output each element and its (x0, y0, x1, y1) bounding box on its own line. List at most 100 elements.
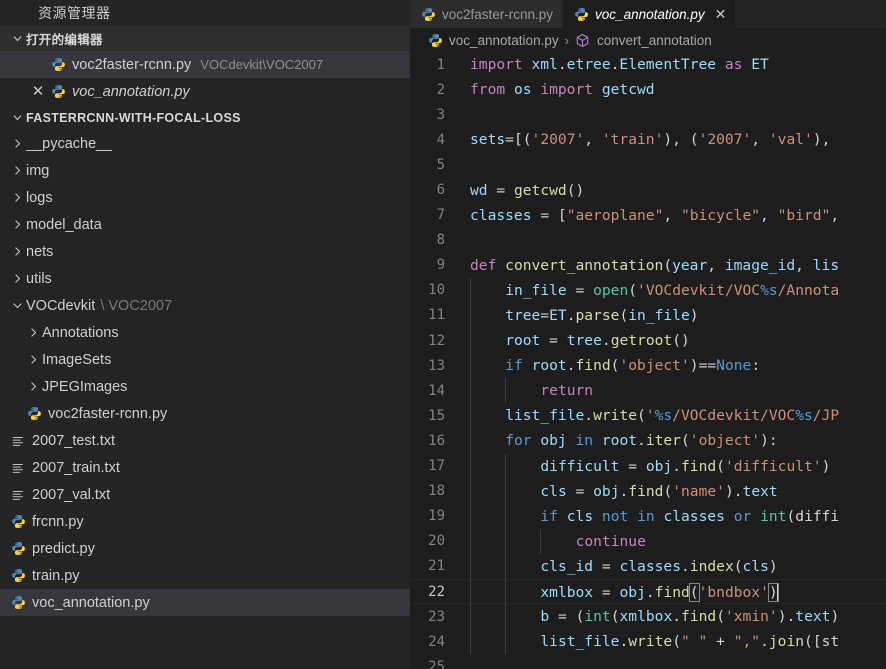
code-line[interactable]: 19 if cls not in classes or int(diffi (410, 503, 886, 529)
breadcrumb-file[interactable]: voc_annotation.py (449, 33, 559, 48)
code-editor[interactable]: 1 import xml.etree.ElementTree as ET 2 from… (410, 52, 886, 669)
tree-item-label: ImageSets (42, 351, 112, 368)
line-content: sets=[('2007', 'train'), ('2007', 'val')… (470, 131, 831, 149)
line-content: continue (575, 532, 646, 550)
tree-item-vocdevkit[interactable]: VOCdevkit \ VOC2007 (0, 292, 410, 319)
code-line[interactable]: 12 root = tree.getroot() (410, 328, 886, 354)
code-line[interactable]: 13 if root.find('object')==None: (410, 353, 886, 379)
tree-item-nets[interactable]: nets (0, 238, 410, 265)
vscode-window: 资源管理器 打开的编辑器 voc2faster-rcnn.py VOCdevki… (0, 0, 886, 669)
indent-guide (470, 403, 471, 429)
line-content: cls_id = classes.index(cls) (540, 557, 778, 575)
open-editor-item-voc-annotation[interactable]: ✕ voc_annotation.py (0, 78, 410, 105)
code-line[interactable]: 20 continue (410, 528, 886, 554)
tree-item-annotations[interactable]: Annotations (0, 319, 410, 346)
text-cursor (776, 582, 779, 601)
code-line[interactable]: 3 (410, 102, 886, 127)
open-editors-header[interactable]: 打开的编辑器 (0, 26, 410, 51)
code-line[interactable]: 18 cls = obj.find('name').text (410, 478, 886, 504)
breadcrumb-symbol[interactable]: convert_annotation (597, 33, 712, 48)
code-line[interactable]: 6 wd = getcwd() (410, 177, 886, 202)
chevron-right-icon (8, 162, 26, 180)
tree-item-label: frcnn.py (32, 513, 84, 530)
chevron-right-icon (8, 243, 26, 261)
code-line[interactable]: 8 (410, 228, 886, 253)
code-line[interactable]: 21 cls_id = classes.index(cls) (410, 553, 886, 579)
tab-voc-annotation[interactable]: voc_annotation.py ✕ (563, 0, 737, 28)
indent-guide (470, 353, 471, 379)
tree-item-utils[interactable]: utils (0, 265, 410, 292)
tree-item-logs[interactable]: logs (0, 184, 410, 211)
line-number: 8 (436, 232, 445, 249)
code-line[interactable]: 25 (410, 654, 886, 669)
line-content: list_file.write('%s/VOCdevkit/VOC%s/JP (505, 407, 840, 425)
line-number: 16 (428, 432, 445, 449)
tree-item-img[interactable]: img (0, 157, 410, 184)
line-content: list_file.write(" " + ",".join([st (540, 633, 840, 651)
line-number: 21 (428, 558, 445, 575)
line-number: 6 (436, 182, 445, 199)
tree-item-voc2faster-rcnn-py[interactable]: voc2faster-rcnn.py (0, 400, 410, 427)
tree-item-2007_test-txt[interactable]: 2007_test.txt (0, 427, 410, 454)
line-content: def convert_annotation(year, image_id, l… (470, 256, 840, 274)
tree-item-label: model_data (26, 216, 102, 233)
code-line[interactable]: 17 difficult = obj.find('difficult') (410, 453, 886, 479)
open-editor-item-voc2faster[interactable]: voc2faster-rcnn.py VOCdevkit\VOC2007 (0, 51, 410, 78)
line-content: b = (int(xmlbox.find('xmin').text) (540, 608, 840, 626)
indent-guide (470, 328, 471, 354)
tree-item-voc_annotation-py[interactable]: voc_annotation.py (0, 589, 410, 616)
line-number: 4 (436, 131, 445, 148)
chevron-right-icon (8, 216, 26, 234)
code-line[interactable]: 24 list_file.write(" " + ",".join([st (410, 629, 886, 655)
tab-label: voc_annotation.py (595, 6, 705, 22)
line-number: 19 (428, 508, 445, 525)
code-line[interactable]: 23 b = (int(xmlbox.find('xmin').text) (410, 604, 886, 630)
tree-item-train-py[interactable]: train.py (0, 562, 410, 589)
code-line[interactable]: 11 tree=ET.parse(in_file) (410, 302, 886, 329)
indent-guide (470, 302, 471, 329)
tab-bar-filler (736, 0, 886, 28)
line-number: 17 (428, 458, 445, 475)
indent-guide (470, 578, 471, 605)
line-number: 18 (428, 483, 445, 500)
tree-item-__pycache__[interactable]: __pycache__ (0, 130, 410, 157)
line-number: 12 (428, 332, 445, 349)
close-icon[interactable]: ✕ (28, 84, 48, 99)
code-line[interactable]: 15 list_file.write('%s/VOCdevkit/VOC%s/J… (410, 403, 886, 429)
tree-item-model_data[interactable]: model_data (0, 211, 410, 238)
python-icon (574, 7, 589, 22)
tree-item-frcnn-py[interactable]: frcnn.py (0, 508, 410, 535)
tree-item-label: nets (26, 243, 54, 260)
tree-item-jpegimages[interactable]: JPEGImages (0, 373, 410, 400)
line-content: return (540, 382, 594, 400)
indent-guide (470, 503, 471, 529)
chevron-down-icon (8, 30, 26, 48)
tree-item-2007_val-txt[interactable]: 2007_val.txt (0, 481, 410, 508)
close-icon[interactable]: ✕ (715, 7, 727, 21)
code-line[interactable]: 5 (410, 152, 886, 177)
indent-guide (505, 604, 507, 630)
line-number: 15 (428, 407, 445, 424)
tree-item-2007_train-txt[interactable]: 2007_train.txt (0, 454, 410, 481)
tab-voc2faster-rcnn[interactable]: voc2faster-rcnn.py (410, 0, 564, 28)
indent-guide (470, 453, 471, 479)
tree-item-label: utils (26, 270, 52, 287)
tree-item-imagesets[interactable]: ImageSets (0, 346, 410, 373)
code-line[interactable]: 1 import xml.etree.ElementTree as ET (410, 52, 886, 77)
code-line[interactable]: 9 def convert_annotation(year, image_id, … (410, 253, 886, 278)
project-root-header[interactable]: FASTERRCNN-WITH-FOCAL-LOSS (0, 105, 410, 130)
code-line[interactable]: 14 return (410, 378, 886, 404)
tree-item-predict-py[interactable]: predict.py (0, 535, 410, 562)
code-line[interactable]: 7 classes = ["aeroplane", "bicycle", "bir… (410, 203, 886, 228)
open-editor-detail: VOCdevkit\VOC2007 (200, 57, 324, 72)
code-line[interactable]: 2 from os import getcwd (410, 77, 886, 102)
code-line[interactable]: 4 sets=[('2007', 'train'), ('2007', 'val'… (410, 127, 886, 152)
code-line[interactable]: 22 xmlbox = obj.find('bndbox') (410, 578, 886, 605)
line-number: 2 (436, 81, 445, 98)
tree-item-label: train.py (32, 567, 80, 584)
line-content: cls = obj.find('name').text (540, 482, 778, 500)
tree-item-label: 2007_val.txt (32, 486, 111, 503)
code-line[interactable]: 16 for obj in root.iter('object'): (410, 428, 886, 454)
line-number: 24 (428, 633, 445, 650)
code-line[interactable]: 10 in_file = open('VOCdevkit/VOC%s/Annot… (410, 277, 886, 303)
